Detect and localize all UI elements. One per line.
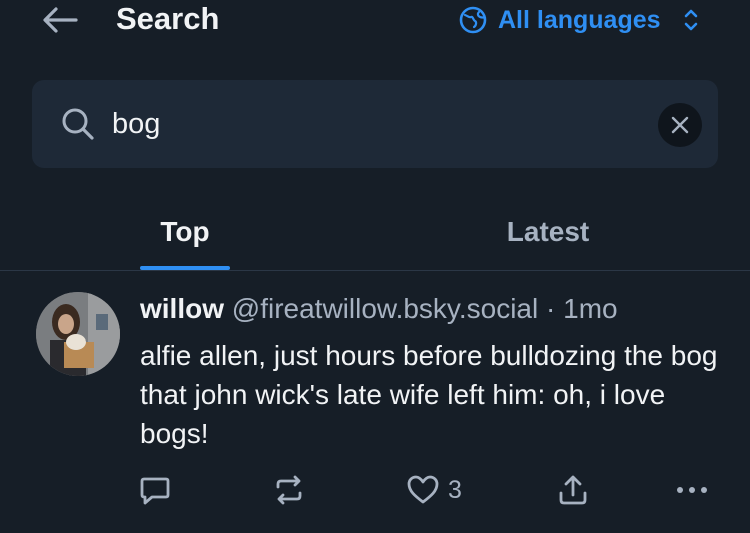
active-tab-indicator [140,266,230,270]
like-button[interactable]: 3 [406,470,462,510]
search-tabs: Top Latest [0,194,750,271]
repost-button[interactable] [272,470,306,510]
globe-icon [458,5,488,35]
search-bar [32,80,718,168]
language-label: All languages [498,5,661,34]
more-options-button[interactable] [672,470,712,510]
search-input[interactable] [112,104,652,144]
tab-latest[interactable]: Latest [480,194,616,270]
like-count: 3 [448,475,462,504]
close-icon [671,116,689,134]
language-selector[interactable]: All languages [458,2,701,38]
post-meta: willow @fireatwillow.bsky.social · 1mo [140,292,618,326]
page-title: Search [116,1,220,36]
share-icon [559,475,587,505]
post-item[interactable]: willow @fireatwillow.bsky.social · 1mo a… [0,272,750,533]
ellipsis-icon [677,487,707,493]
header: Search All languages [0,0,750,40]
search-icon [62,108,94,140]
author-name[interactable]: willow [140,293,224,324]
author-handle[interactable]: @fireatwillow.bsky.social [232,293,538,324]
post-time[interactable]: 1mo [563,293,617,324]
post-text: alfie allen, just hours before bulldozin… [140,340,718,449]
arrow-left-icon [43,7,78,33]
avatar[interactable] [36,292,120,376]
back-button[interactable] [38,2,82,38]
heart-icon [407,475,439,504]
meta-separator: · [546,293,556,324]
repost-icon [276,475,302,505]
reply-button[interactable] [138,470,172,510]
post-actions: 3 [0,470,750,510]
share-button[interactable] [556,470,590,510]
clear-search-button[interactable] [658,103,702,147]
reply-icon [140,477,170,505]
chevron-up-down-icon [681,5,701,35]
tab-top[interactable]: Top [140,194,230,270]
